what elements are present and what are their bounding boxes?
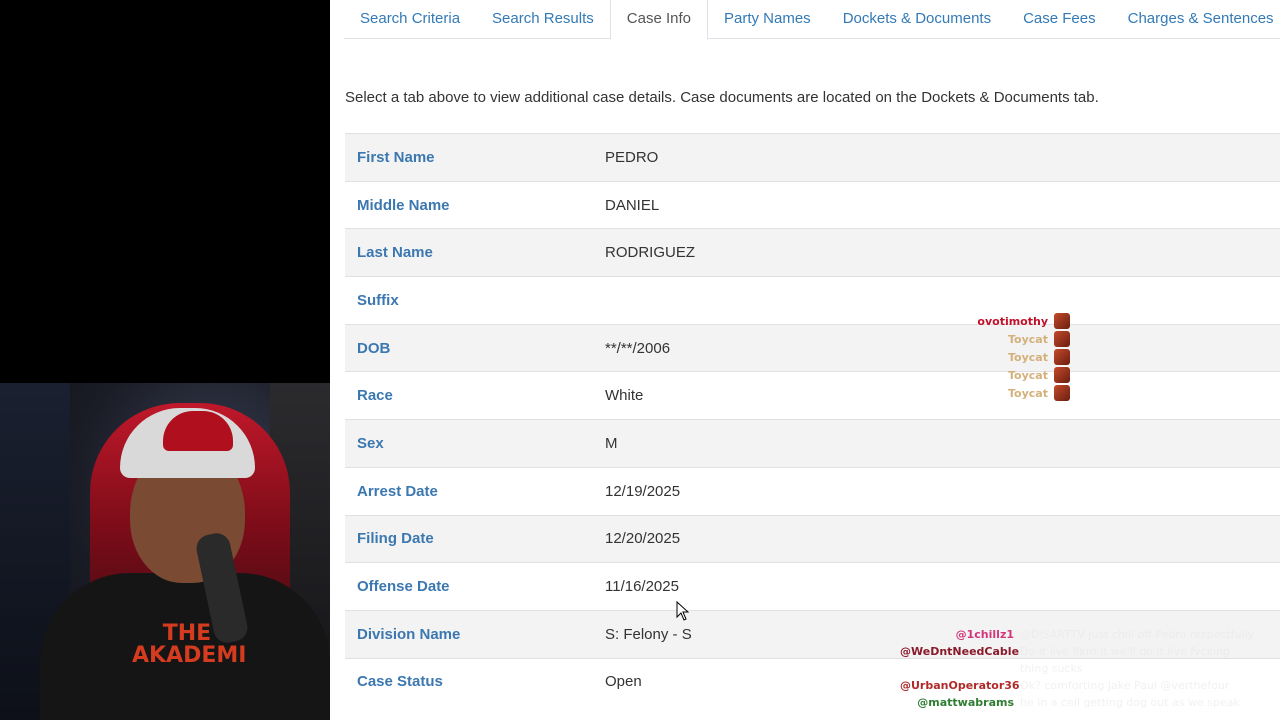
tab-charges-sentences[interactable]: Charges & Sentences (1112, 0, 1280, 39)
field-value: 12/19/2025 (605, 482, 681, 500)
table-row: Middle Name DANIEL (345, 180, 1280, 229)
field-value: M (605, 434, 618, 452)
chat-username: Toycat (1008, 368, 1048, 382)
chat-line: Toycat (930, 330, 1070, 348)
field-label: Offense Date (357, 578, 450, 596)
field-value: RODRIGUEZ (605, 244, 695, 262)
intro-text: Select a tab above to view additional ca… (345, 89, 1099, 106)
emote-icon (1054, 313, 1070, 329)
chat-username: ovotimothy (977, 314, 1048, 328)
mouse-cursor-icon (676, 601, 690, 621)
chat-message: @WeDntNeedCable Do it live lfkm it we'll … (900, 643, 1270, 677)
emote-icon (1054, 349, 1070, 365)
field-label: First Name (357, 148, 435, 166)
chat-text: Do it live lfkm it we'll do it live fvck… (1020, 645, 1230, 675)
emote-icon (1054, 331, 1070, 347)
chat-username: @mattwabrams (917, 696, 1014, 709)
hoodie-print: THE AKADEMI (132, 621, 247, 668)
field-label: Last Name (357, 244, 433, 262)
table-row: Sex M (345, 419, 1280, 467)
chat-username: Toycat (1008, 350, 1048, 364)
table-row: Race White (345, 371, 1280, 420)
case-details-page: Search Criteria Search Results Case Info… (330, 0, 1280, 720)
chat-message: @mattwabrams he in a cell getting dog out… (900, 694, 1270, 711)
table-row: Filing Date 12/20/2025 (345, 514, 1280, 563)
field-value: 11/16/2025 (605, 578, 679, 596)
table-row: Offense Date 11/16/2025 (345, 562, 1280, 610)
field-value: PEDRO (605, 148, 659, 166)
field-value: 12/20/2025 (605, 530, 681, 548)
chat-text: Ok? comforting Jake Paul @verthefour (1020, 679, 1230, 692)
field-label: Case Status (357, 673, 443, 691)
field-label: Sex (357, 434, 384, 452)
chat-line: Toycat (930, 366, 1070, 384)
chat-username: @WeDntNeedCable (900, 645, 1020, 658)
field-label: Arrest Date (357, 482, 438, 500)
webcam-feed: THE AKADEMI (0, 383, 330, 720)
case-tabs: Search Criteria Search Results Case Info… (344, 0, 1280, 40)
field-value: Open (605, 673, 642, 691)
chat-username: Toycat (1008, 332, 1048, 346)
chat-username: Toycat (1008, 386, 1048, 400)
chat-username: @UrbanOperator36 (900, 679, 1020, 692)
chat-username: @1chillz1 (955, 628, 1014, 641)
table-row: First Name PEDRO (345, 133, 1280, 181)
chat-message: @UrbanOperator36 Ok? comforting Jake Paul… (900, 677, 1270, 694)
field-label: Race (357, 387, 393, 405)
tab-search-results[interactable]: Search Results (476, 0, 610, 39)
chat-message: @1chillz1 @DjSARTTV just chill off Pedro … (900, 626, 1270, 643)
table-row: Arrest Date 12/19/2025 (345, 466, 1280, 515)
table-row: DOB **/**/2006 (345, 323, 1280, 372)
chat-overlay-top: ovotimothy Toycat Toycat Toycat Toycat (930, 312, 1070, 402)
field-value: S: Felony - S (605, 625, 692, 643)
field-value: DANIEL (605, 196, 660, 214)
case-info-table: First Name PEDRO Middle Name DANIEL Last N… (345, 133, 1280, 706)
field-value: White (605, 387, 644, 405)
chat-line: ovotimothy (930, 312, 1070, 330)
table-row: Last Name RODRIGUEZ (345, 228, 1280, 277)
tab-case-fees[interactable]: Case Fees (1007, 0, 1112, 39)
tab-party-names[interactable]: Party Names (708, 0, 827, 39)
field-value: **/**/2006 (605, 339, 671, 357)
chat-line: Toycat (930, 384, 1070, 402)
table-row: Suffix (345, 276, 1280, 324)
tab-case-info[interactable]: Case Info (609, 0, 708, 40)
field-label: Division Name (357, 625, 461, 643)
tab-search-criteria[interactable]: Search Criteria (344, 0, 476, 39)
chat-line: Toycat (930, 348, 1070, 366)
emote-icon (1054, 367, 1070, 383)
chat-overlay-bottom: @1chillz1 @DjSARTTV just chill off Pedro … (900, 626, 1270, 711)
tab-dockets-documents[interactable]: Dockets & Documents (827, 0, 1007, 39)
emote-icon (1054, 385, 1070, 401)
field-label: Middle Name (357, 196, 450, 214)
field-label: Suffix (357, 291, 399, 309)
chat-text: he in a cell getting dog out as we speak (1020, 696, 1240, 709)
field-label: DOB (357, 339, 391, 357)
field-label: Filing Date (357, 530, 434, 548)
chat-text: @DjSARTTV just chill off Pedro respectfu… (1020, 628, 1255, 641)
